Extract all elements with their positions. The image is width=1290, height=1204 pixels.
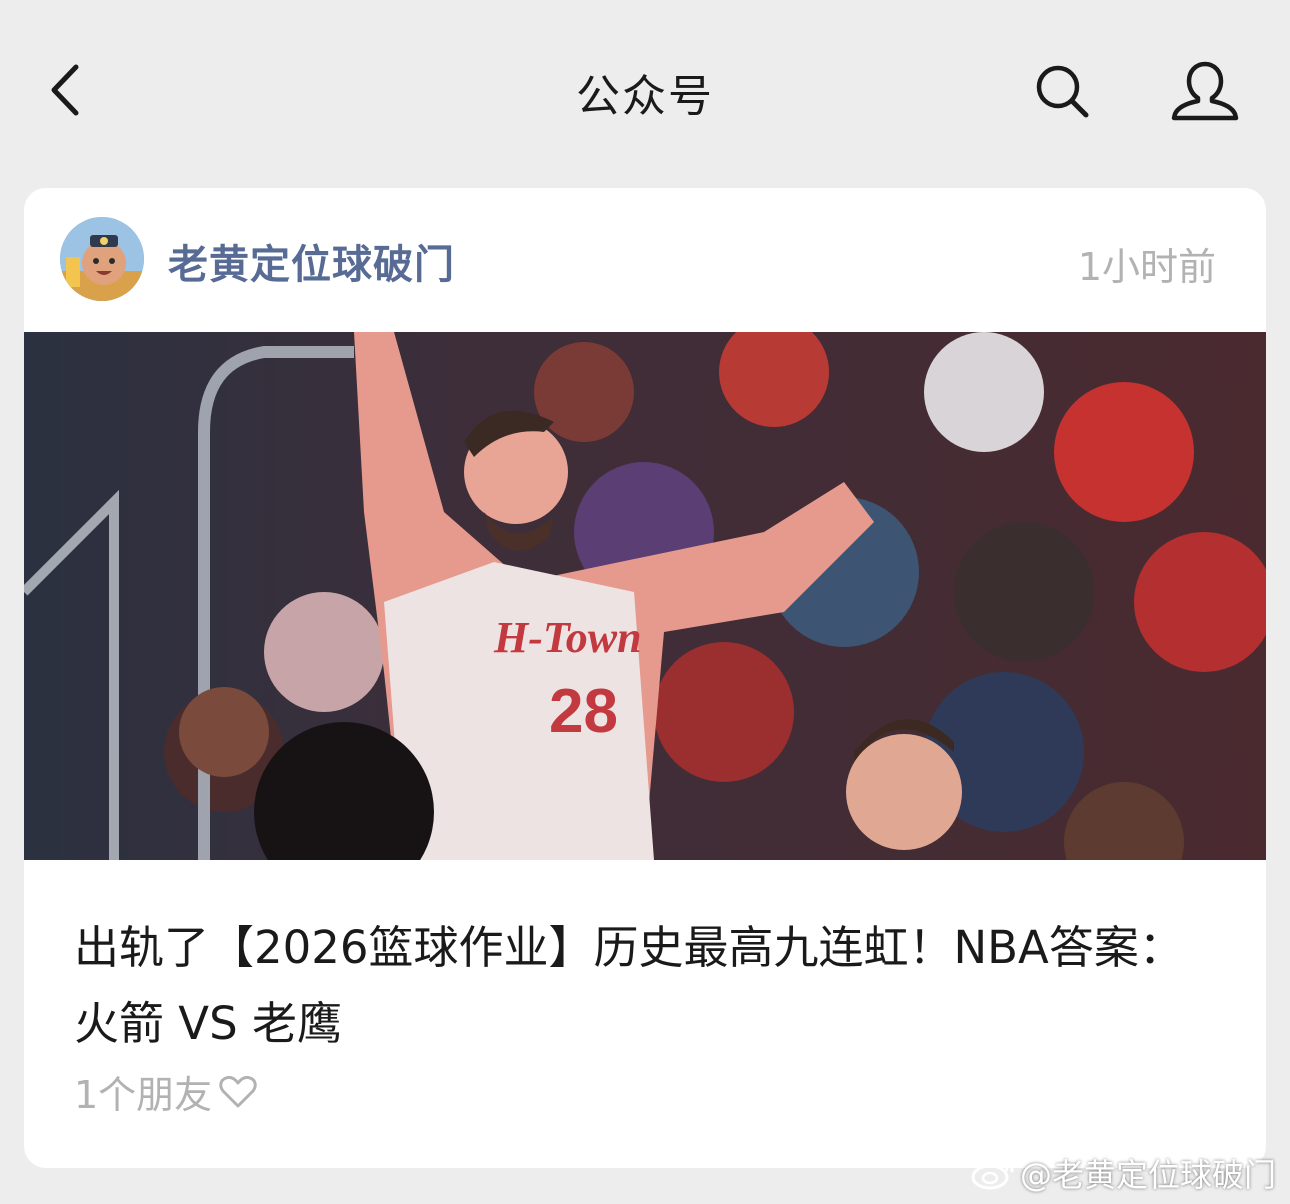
search-button[interactable] — [1030, 58, 1096, 124]
post-time: 1小时前 — [1077, 245, 1216, 289]
account-name[interactable]: 老黄定位球破门 — [168, 232, 455, 290]
weibo-icon — [971, 1159, 1014, 1190]
basketball-photo: H-Town 28 — [24, 332, 1266, 860]
avatar-image — [60, 217, 144, 301]
search-icon — [1036, 65, 1089, 118]
article-card[interactable]: 老黄定位球破门 1小时前 H-Town 28 出轨了【2026篮球作业】历史最高… — [24, 188, 1266, 1168]
weibo-watermark: @老黄定位球破门 — [970, 1150, 1276, 1196]
page-title: 公众号 — [576, 71, 714, 122]
friends-count: 1个朋友 — [74, 1073, 213, 1117]
jersey-text: H-Town — [493, 613, 642, 662]
watermark-text: @老黄定位球破门 — [1019, 1156, 1276, 1194]
article-title[interactable]: 出轨了【2026篮球作业】历史最高九连虹！NBA答案：火箭 VS 老鹰 — [74, 910, 1224, 1062]
top-nav-bar: 公众号 — [0, 0, 1290, 185]
jersey-number: 28 — [549, 677, 618, 746]
wechat-official-accounts-screen: 公众号 老黄定位球破门 1小时前 H-Town 28 出轨了【2026篮球作业】… — [0, 0, 1290, 1204]
account-avatar[interactable] — [60, 217, 144, 301]
heart-outline-icon — [219, 1075, 257, 1107]
card-header: 老黄定位球破门 1小时前 — [24, 188, 1266, 332]
profile-button[interactable] — [1168, 56, 1242, 126]
person-icon — [1171, 61, 1239, 121]
friends-reaction[interactable]: 1个朋友 — [74, 1064, 258, 1119]
article-cover-image[interactable]: H-Town 28 — [24, 332, 1266, 860]
